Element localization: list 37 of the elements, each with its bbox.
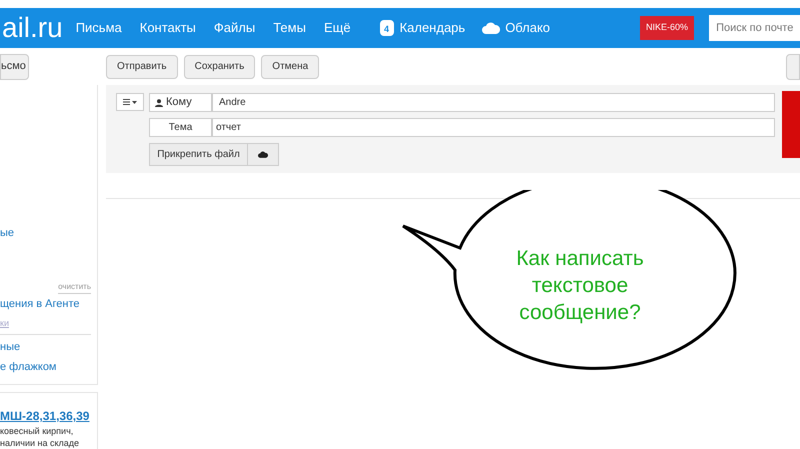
- compose-button[interactable]: ьсмо: [0, 54, 29, 80]
- person-icon: [155, 98, 163, 106]
- nav-link[interactable]: Темы: [273, 18, 306, 38]
- subject-field[interactable]: отчет: [212, 118, 775, 137]
- menu-button[interactable]: [116, 93, 144, 111]
- promo-badge[interactable]: NIKE-60%: [640, 16, 694, 40]
- cloud-icon[interactable]: [482, 22, 500, 34]
- toolbar-button[interactable]: Отправить: [106, 54, 178, 78]
- nav-link[interactable]: Ещё: [324, 18, 351, 38]
- nav-link[interactable]: Контакты: [140, 18, 196, 38]
- cloud-icon: [258, 151, 268, 158]
- caret-icon: [132, 100, 137, 104]
- faded-link[interactable]: ки: [0, 314, 97, 332]
- menu-icon: [123, 99, 130, 105]
- ad-text: наличии на складе: [0, 437, 80, 449]
- callout-text: Как написать текстовое сообщение?: [515, 246, 645, 326]
- folder-link[interactable]: ные: [0, 337, 97, 357]
- toolbar-button[interactable]: Сохранить: [184, 54, 256, 78]
- folder-link[interactable]: ые: [0, 223, 97, 243]
- nav-link[interactable]: Файлы: [214, 18, 256, 38]
- calendar-icon[interactable]: 4: [380, 20, 394, 36]
- folder-link[interactable]: щения в Агенте: [0, 294, 97, 314]
- clear-link[interactable]: очистить: [58, 281, 91, 294]
- calendar-link[interactable]: Календарь: [400, 18, 466, 38]
- search-field[interactable]: Поиск по почте: [709, 15, 800, 41]
- toolbar-button[interactable]: Отмена: [261, 54, 320, 78]
- folder-link[interactable]: е флажком: [0, 357, 97, 377]
- recipient-field[interactable]: Andre: [212, 93, 775, 112]
- ad-text: ковесный кирпич,: [0, 425, 74, 437]
- recipient-label[interactable]: Кому: [149, 93, 212, 112]
- subject-label: Тема: [149, 118, 212, 137]
- ad-title[interactable]: МШ-28,31,36,39: [0, 407, 97, 425]
- cloud-attach-button[interactable]: [248, 143, 279, 166]
- logo[interactable]: ail.ru: [2, 14, 63, 42]
- attach-file-button[interactable]: Прикрепить файл: [149, 143, 248, 166]
- nav-link[interactable]: Письма: [76, 18, 122, 38]
- cloud-link[interactable]: Облако: [505, 18, 550, 38]
